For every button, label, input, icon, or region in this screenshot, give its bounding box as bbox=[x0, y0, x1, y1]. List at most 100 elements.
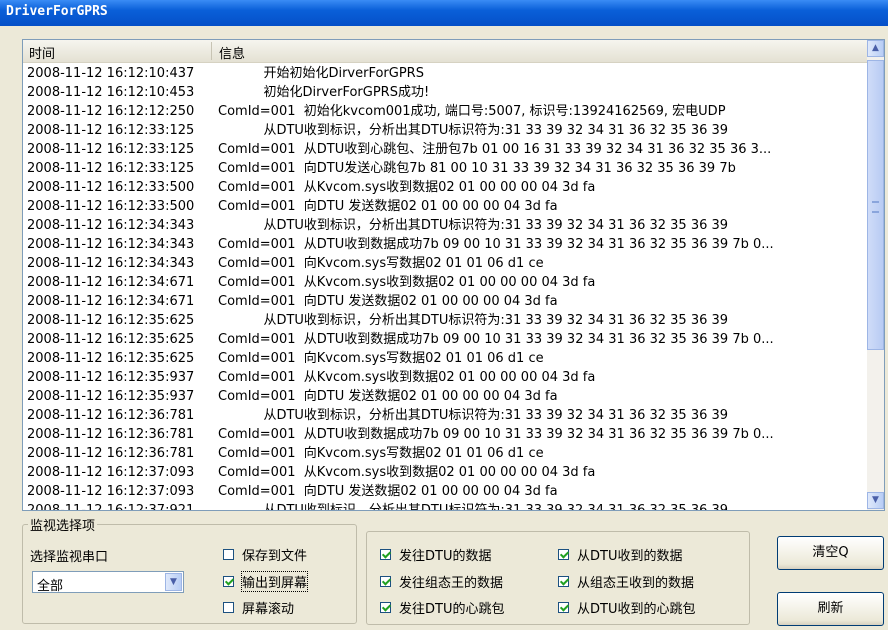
option-label: 屏幕滚动 bbox=[242, 602, 295, 617]
port-select-value: 全部 bbox=[37, 579, 64, 594]
checkbox-icon[interactable] bbox=[223, 576, 234, 587]
checkbox-icon[interactable] bbox=[223, 602, 234, 613]
checkbox-icon[interactable] bbox=[380, 549, 391, 560]
filter-label: 发往组态王的数据 bbox=[399, 576, 504, 591]
log-row[interactable]: 2008-11-12 16:12:34:671 ComId=001 从Kvcom.… bbox=[23, 273, 865, 292]
title-bar: DriverForGPRS bbox=[0, 0, 888, 26]
log-time: 2008-11-12 16:12:35:625 bbox=[27, 313, 195, 328]
filter-checkbox[interactable]: 从组态王收到的数据 bbox=[558, 572, 694, 591]
filter-checkbox[interactable]: 从DTU收到的数据 bbox=[558, 545, 682, 564]
log-time: 2008-11-12 16:12:35:937 bbox=[27, 389, 195, 404]
window-title: DriverForGPRS bbox=[6, 4, 108, 19]
log-row[interactable]: 2008-11-12 16:12:34:343 从DTU收到标识，分析出其DTU… bbox=[23, 216, 865, 235]
log-time: 2008-11-12 16:12:10:453 bbox=[27, 85, 195, 100]
log-time: 2008-11-12 16:12:10:437 bbox=[27, 66, 195, 81]
checkbox-icon[interactable] bbox=[380, 576, 391, 587]
checkbox-icon[interactable] bbox=[558, 549, 569, 560]
log-row[interactable]: 2008-11-12 16:12:12:250 ComId=001 初始化kvco… bbox=[23, 102, 865, 121]
filter-checkbox[interactable]: 发往DTU的心跳包 bbox=[380, 598, 504, 617]
filter-checkbox[interactable]: 从DTU收到的心跳包 bbox=[558, 598, 695, 617]
log-time: 2008-11-12 16:12:36:781 bbox=[27, 446, 195, 461]
option-checkbox[interactable]: 输出到屏幕 bbox=[223, 571, 309, 592]
filter-label: 从组态王收到的数据 bbox=[577, 576, 695, 591]
clear-button[interactable]: 清空Q bbox=[777, 536, 884, 570]
log-row[interactable]: 2008-11-12 16:12:34:671 ComId=001 向DTU 发送… bbox=[23, 292, 865, 311]
log-info: ComId=001 向DTU 发送数据02 01 00 00 00 04 3d … bbox=[218, 294, 558, 309]
filter-checkbox[interactable]: 发往DTU的数据 bbox=[380, 545, 491, 564]
log-row[interactable]: 2008-11-12 16:12:35:625 ComId=001 向Kvcom.… bbox=[23, 349, 865, 368]
log-row[interactable]: 2008-11-12 16:12:36:781 ComId=001 从DTU收到数… bbox=[23, 425, 865, 444]
column-divider[interactable] bbox=[211, 42, 212, 60]
filter-checkbox[interactable]: 发往组态王的数据 bbox=[380, 572, 503, 591]
column-header-time[interactable]: 时间 bbox=[29, 43, 55, 62]
log-row[interactable]: 2008-11-12 16:12:37:093 ComId=001 向DTU 发送… bbox=[23, 482, 865, 501]
checkbox-icon[interactable] bbox=[380, 602, 391, 613]
log-info: ComId=001 从DTU收到数据成功7b 09 00 10 31 33 39… bbox=[218, 237, 774, 252]
log-time: 2008-11-12 16:12:35:625 bbox=[27, 332, 195, 347]
log-row[interactable]: 2008-11-12 16:12:36:781 ComId=001 向Kvcom.… bbox=[23, 444, 865, 463]
log-info: ComId=001 初始化kvcom001成功, 端口号:5007, 标识号:1… bbox=[218, 104, 726, 119]
log-row[interactable]: 2008-11-12 16:12:33:125 ComId=001 向DTU发送心… bbox=[23, 159, 865, 178]
log-info: 从DTU收到标识，分析出其DTU标识符为:31 33 39 32 34 31 3… bbox=[218, 123, 729, 138]
log-info: ComId=001 从DTU收到数据成功7b 09 00 10 31 33 39… bbox=[218, 427, 774, 442]
filter-label: 从DTU收到的心跳包 bbox=[577, 602, 696, 617]
log-time: 2008-11-12 16:12:34:343 bbox=[27, 218, 195, 233]
chevron-down-icon[interactable]: ▼ bbox=[165, 573, 182, 591]
filter-label: 发往DTU的心跳包 bbox=[399, 602, 505, 617]
log-info: ComId=001 向Kvcom.sys写数据02 01 01 06 d1 ce bbox=[218, 446, 544, 461]
option-checkbox[interactable]: 屏幕滚动 bbox=[223, 598, 294, 617]
log-info: 从DTU收到标识，分析出其DTU标识符为:31 33 39 32 34 31 3… bbox=[218, 503, 729, 511]
log-time: 2008-11-12 16:12:33:125 bbox=[27, 161, 195, 176]
log-row[interactable]: 2008-11-12 16:12:35:937 ComId=001 从Kvcom.… bbox=[23, 368, 865, 387]
log-time: 2008-11-12 16:12:34:671 bbox=[27, 275, 195, 290]
log-info: ComId=001 从Kvcom.sys收到数据02 01 00 00 00 0… bbox=[218, 180, 596, 195]
log-info: 从DTU收到标识，分析出其DTU标识符为:31 33 39 32 34 31 3… bbox=[218, 218, 729, 233]
log-row[interactable]: 2008-11-12 16:12:33:500 ComId=001 向DTU 发送… bbox=[23, 197, 865, 216]
port-select-label: 选择监视串口 bbox=[30, 550, 109, 565]
log-time: 2008-11-12 16:12:37:093 bbox=[27, 465, 195, 480]
log-time: 2008-11-12 16:12:35:625 bbox=[27, 351, 195, 366]
option-label: 保存到文件 bbox=[242, 549, 308, 564]
log-row[interactable]: 2008-11-12 16:12:34:343 ComId=001 从DTU收到数… bbox=[23, 235, 865, 254]
filter-label: 从DTU收到的数据 bbox=[577, 549, 683, 564]
log-info: ComId=001 向Kvcom.sys写数据02 01 01 06 d1 ce bbox=[218, 256, 544, 271]
log-info: 从DTU收到标识，分析出其DTU标识符为:31 33 39 32 34 31 3… bbox=[218, 313, 729, 328]
checkbox-icon[interactable] bbox=[558, 576, 569, 587]
port-select[interactable]: 全部 ▼ bbox=[32, 571, 184, 594]
checkbox-icon[interactable] bbox=[223, 549, 234, 560]
log-info: ComId=001 向DTU 发送数据02 01 00 00 00 04 3d … bbox=[218, 389, 558, 404]
option-checkbox[interactable]: 保存到文件 bbox=[223, 545, 307, 564]
scroll-up-arrow-icon[interactable]: ▲ bbox=[867, 40, 884, 57]
log-row[interactable]: 2008-11-12 16:12:35:625 ComId=001 从DTU收到数… bbox=[23, 330, 865, 349]
log-info: 从DTU收到标识，分析出其DTU标识符为:31 33 39 32 34 31 3… bbox=[218, 408, 729, 423]
vertical-scrollbar[interactable]: ▲ ▼ bbox=[867, 40, 884, 510]
monitor-group-label: 监视选择项 bbox=[28, 515, 98, 534]
log-info: ComId=001 从DTU收到数据成功7b 09 00 10 31 33 39… bbox=[218, 332, 774, 347]
log-info: 开始初始化DirverForGPRS bbox=[218, 66, 424, 81]
log-row[interactable]: 2008-11-12 16:12:37:093 ComId=001 从Kvcom.… bbox=[23, 463, 865, 482]
log-row[interactable]: 2008-11-12 16:12:35:625 从DTU收到标识，分析出其DTU… bbox=[23, 311, 865, 330]
log-time: 2008-11-12 16:12:34:343 bbox=[27, 237, 195, 252]
log-row[interactable]: 2008-11-12 16:12:33:500 ComId=001 从Kvcom.… bbox=[23, 178, 865, 197]
log-list[interactable]: 时间 信息 2008-11-12 16:12:10:437 开始初始化Dirve… bbox=[22, 39, 885, 511]
log-row[interactable]: 2008-11-12 16:12:34:343 ComId=001 向Kvcom.… bbox=[23, 254, 865, 273]
checkbox-icon[interactable] bbox=[558, 602, 569, 613]
log-info: ComId=001 向Kvcom.sys写数据02 01 01 06 d1 ce bbox=[218, 351, 544, 366]
log-row[interactable]: 2008-11-12 16:12:37:921 从DTU收到标识，分析出其DTU… bbox=[23, 501, 865, 511]
log-time: 2008-11-12 16:12:36:781 bbox=[27, 408, 195, 423]
log-info: ComId=001 从Kvcom.sys收到数据02 01 00 00 00 0… bbox=[218, 370, 596, 385]
log-row[interactable]: 2008-11-12 16:12:33:125 从DTU收到标识，分析出其DTU… bbox=[23, 121, 865, 140]
log-row[interactable]: 2008-11-12 16:12:36:781 从DTU收到标识，分析出其DTU… bbox=[23, 406, 865, 425]
scroll-down-arrow-icon[interactable]: ▼ bbox=[867, 492, 884, 509]
log-row[interactable]: 2008-11-12 16:12:35:937 ComId=001 向DTU 发送… bbox=[23, 387, 865, 406]
column-header-info[interactable]: 信息 bbox=[219, 43, 245, 62]
scrollbar-thumb[interactable] bbox=[867, 60, 884, 350]
refresh-button[interactable]: 刷新 bbox=[777, 592, 884, 626]
log-info: ComId=001 从DTU收到心跳包、注册包7b 01 00 16 31 33… bbox=[218, 142, 772, 157]
log-list-header: 时间 信息 bbox=[23, 40, 884, 63]
log-row[interactable]: 2008-11-12 16:12:10:453 初始化DirverForGPRS… bbox=[23, 83, 865, 102]
log-row[interactable]: 2008-11-12 16:12:10:437 开始初始化DirverForGP… bbox=[23, 64, 865, 83]
log-info: ComId=001 向DTU 发送数据02 01 00 00 00 04 3d … bbox=[218, 484, 558, 499]
log-row[interactable]: 2008-11-12 16:12:33:125 ComId=001 从DTU收到心… bbox=[23, 140, 865, 159]
log-info: ComId=001 向DTU发送心跳包7b 81 00 10 31 33 39 … bbox=[218, 161, 736, 176]
